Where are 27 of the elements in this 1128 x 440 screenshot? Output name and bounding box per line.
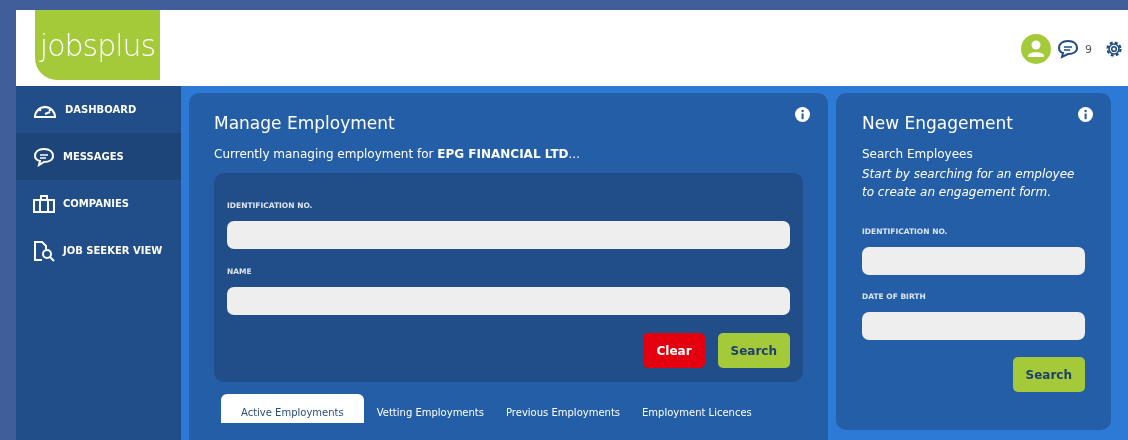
chat-icon[interactable]: [1057, 39, 1079, 59]
chat-icon: [33, 146, 55, 167]
tab[interactable]: Employment Licences: [633, 394, 761, 423]
card-title: Manage Employment: [214, 113, 396, 133]
input-field[interactable]: [862, 312, 1085, 340]
message-count: 9: [1085, 42, 1092, 56]
user-avatar-icon[interactable]: [1021, 34, 1051, 64]
tab[interactable]: Active Employments: [221, 394, 364, 423]
document-search-icon: [33, 239, 55, 262]
search-button[interactable]: Search: [717, 333, 790, 368]
input-field[interactable]: [227, 221, 790, 249]
info-icon[interactable]: [1078, 107, 1093, 122]
briefcase-icon: [33, 194, 55, 213]
tab[interactable]: Vetting Employments: [367, 394, 493, 423]
search-button[interactable]: Search: [1012, 357, 1085, 392]
section-heading: Search Employees: [862, 147, 974, 161]
card-title: New Engagement: [862, 113, 1014, 133]
logo: jobsplus: [35, 10, 160, 80]
input-field[interactable]: [227, 287, 790, 315]
clear-button[interactable]: Clear: [643, 333, 705, 368]
settings-icon[interactable]: [1104, 39, 1124, 59]
card-subtitle: Currently managing employment for EPG FINANCIAL LTD...: [214, 147, 581, 161]
hint-text: Start by searching for an employee to create an engagement form.: [862, 166, 1076, 201]
tab[interactable]: Previous Employments: [497, 394, 630, 423]
sidebar-item[interactable]: MESSAGES: [16, 133, 181, 180]
input-field[interactable]: [862, 247, 1085, 275]
info-icon[interactable]: [795, 107, 810, 122]
